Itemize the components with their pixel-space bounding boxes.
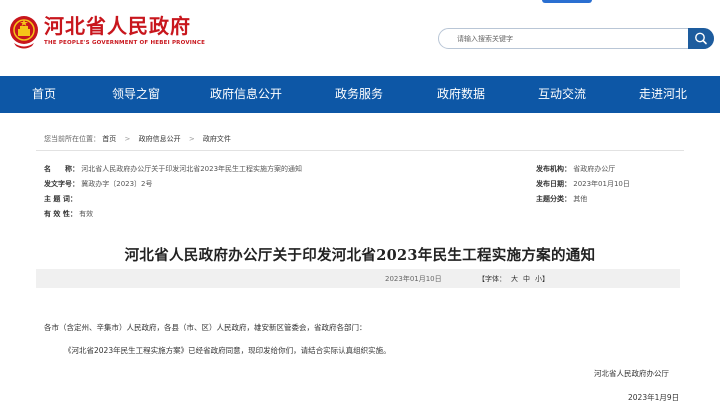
- meta-topic-label: 主 题 词：: [44, 195, 77, 203]
- article-body: 《河北省2023年民生工程实施方案》已经省政府同意，现印发给你们，请结合实际认真…: [64, 346, 391, 355]
- search-box: [438, 28, 714, 49]
- font-size-controls: 【字体： 大中小】: [478, 274, 549, 284]
- nav-item-services[interactable]: 政务服务: [335, 76, 383, 113]
- breadcrumb-prefix: 您当前所在位置：: [44, 135, 100, 143]
- meta-category-label: 主题分类：: [536, 195, 571, 203]
- article-signer: 河北省人民政府办公厅: [594, 369, 669, 378]
- breadcrumb-gov-info[interactable]: 政府信息公开: [139, 135, 181, 143]
- meta-docno-row: 发文字号： 冀政办字〔2023〕2号: [44, 179, 153, 189]
- main-nav: 首页 领导之窗 政府信息公开 政务服务 政府数据 互动交流 走进河北: [0, 76, 720, 113]
- meta-topic-row: 主 题 词：: [44, 194, 77, 204]
- meta-name-value: 河北省人民政府办公厅关于印发河北省2023年民生工程实施方案的通知: [81, 165, 303, 173]
- meta-docno-label: 发文字号：: [44, 180, 79, 188]
- nav-item-leaders[interactable]: 领导之窗: [112, 76, 160, 113]
- meta-name-row: 名 称： 河北省人民政府办公厅关于印发河北省2023年民生工程实施方案的通知: [44, 164, 302, 174]
- meta-publisher-row: 发布机构： 省政府办公厅: [536, 164, 615, 174]
- meta-pubdate-value: 2023年01月10日: [573, 180, 630, 188]
- meta-validity-row: 有 效 性： 有效: [44, 209, 93, 219]
- meta-pubdate-row: 发布日期： 2023年01月10日: [536, 179, 630, 189]
- breadcrumb-home[interactable]: 首页: [102, 135, 116, 143]
- nav-item-gov-data[interactable]: 政府数据: [437, 76, 485, 113]
- article-info-bar: 2023年01月10日 【字体： 大中小】: [36, 269, 680, 288]
- meta-validity-value: 有效: [79, 210, 94, 218]
- search-button[interactable]: [688, 28, 714, 49]
- font-size-large-button[interactable]: 大: [511, 275, 518, 283]
- meta-publisher-label: 发布机构：: [536, 165, 571, 173]
- site-logo-title[interactable]: 河北省人民政府: [44, 14, 191, 38]
- search-input[interactable]: [457, 32, 677, 46]
- national-emblem-icon: [8, 15, 40, 51]
- font-size-small-button[interactable]: 小】: [535, 275, 549, 283]
- breadcrumb: 您当前所在位置： 首页 > 政府信息公开 > 政府文件: [44, 134, 231, 144]
- article-title: 河北省人民政府办公厅关于印发河北省2023年民生工程实施方案的通知: [124, 247, 596, 264]
- font-size-medium-button[interactable]: 中: [523, 275, 530, 283]
- meta-publisher-value: 省政府办公厅: [573, 165, 616, 173]
- meta-category-value: 其他: [573, 195, 588, 203]
- nav-item-gov-info[interactable]: 政府信息公开: [210, 76, 282, 113]
- meta-category-row: 主题分类： 其他: [536, 194, 587, 204]
- search-icon: [695, 32, 707, 45]
- nav-item-home[interactable]: 首页: [32, 76, 56, 113]
- article-salutation: 各市（含定州、辛集市）人民政府，各县（市、区）人民政府，雄安新区管委会，省政府各…: [44, 323, 367, 332]
- meta-pubdate-label: 发布日期：: [536, 180, 571, 188]
- top-tab-indicator[interactable]: [542, 0, 592, 3]
- font-size-label: 【字体：: [478, 275, 506, 283]
- chevron-right-icon: >: [188, 135, 195, 143]
- nav-item-about-hebei[interactable]: 走进河北: [639, 76, 687, 113]
- meta-name-label: 名 称：: [44, 165, 79, 173]
- chevron-right-icon: >: [124, 135, 131, 143]
- meta-docno-value: 冀政办字〔2023〕2号: [81, 180, 153, 188]
- article-date: 2023年01月10日: [385, 275, 442, 283]
- divider: [36, 150, 684, 151]
- meta-validity-label: 有 效 性：: [44, 210, 77, 218]
- site-header: 河北省人民政府 THE PEOPLE'S GOVERNMENT OF HEBEI…: [0, 0, 720, 76]
- site-logo-subtitle: THE PEOPLE'S GOVERNMENT OF HEBEI PROVINC…: [44, 40, 206, 46]
- article-sign-date: 2023年1月9日: [628, 393, 680, 402]
- nav-item-interaction[interactable]: 互动交流: [538, 76, 586, 113]
- breadcrumb-gov-docs[interactable]: 政府文件: [203, 135, 231, 143]
